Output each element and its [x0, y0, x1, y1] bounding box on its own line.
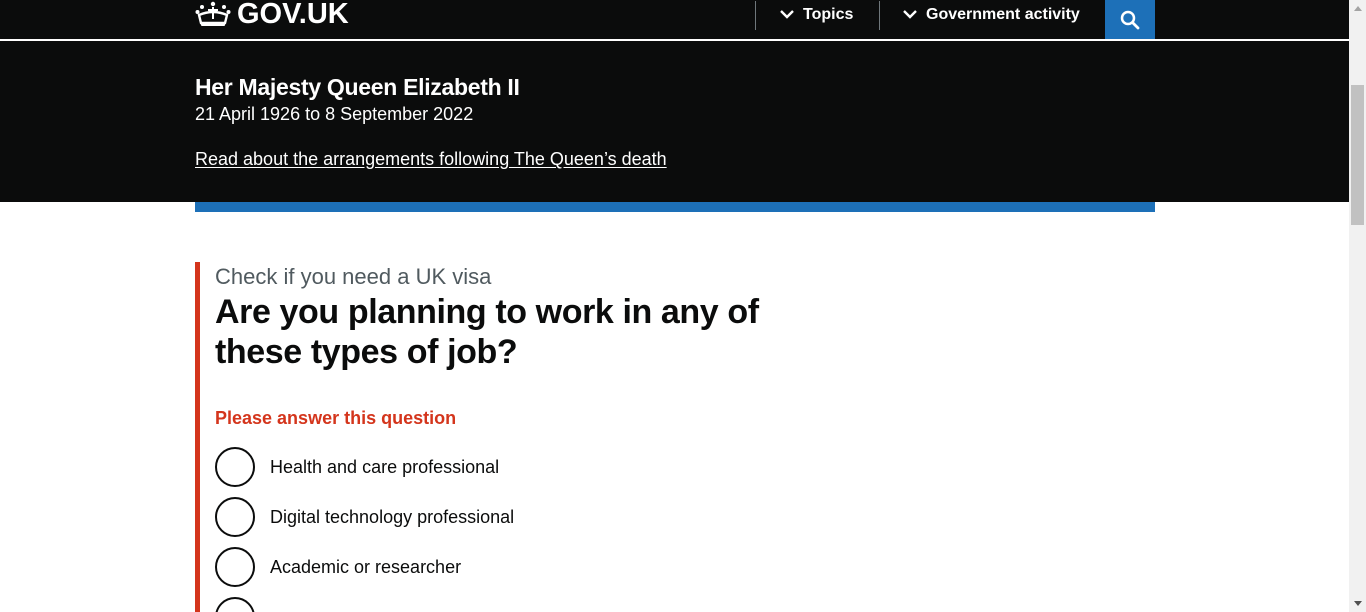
crown-icon	[195, 1, 231, 26]
error-message: Please answer this question	[215, 408, 457, 428]
radio-button[interactable]	[215, 597, 255, 612]
scroll-down-icon[interactable]	[1349, 595, 1366, 612]
nav-divider	[755, 1, 756, 30]
vertical-scrollbar[interactable]	[1349, 0, 1366, 612]
radio-button[interactable]	[215, 547, 255, 587]
govuk-logo-link[interactable]: GOV.UK	[195, 0, 349, 34]
site-header: GOV.UK Topics Government activity	[0, 0, 1349, 40]
nav-divider	[879, 1, 880, 30]
search-icon	[1120, 10, 1140, 29]
radio-option-digital[interactable]: Digital technology professional	[215, 497, 514, 537]
header-blue-bar	[195, 202, 1155, 212]
nav-topics-label: Topics	[803, 6, 854, 23]
nav-government-activity[interactable]: Government activity	[903, 0, 1080, 30]
banner-dates: 21 April 1926 to 8 September 2022	[195, 104, 474, 124]
banner-link[interactable]: Read about the arrangements following Th…	[195, 149, 667, 170]
scroll-up-icon[interactable]	[1349, 0, 1366, 17]
chevron-down-icon	[903, 6, 917, 24]
chevron-down-icon	[780, 6, 794, 24]
page-caption: Check if you need a UK visa	[215, 264, 492, 289]
nav-topics[interactable]: Topics	[780, 0, 853, 30]
banner-title: Her Majesty Queen Elizabeth II	[195, 74, 520, 100]
radio-option-partial[interactable]	[215, 597, 255, 612]
radio-label[interactable]: Academic or researcher	[270, 557, 461, 578]
error-border	[195, 262, 200, 612]
nav-government-activity-label: Government activity	[926, 6, 1080, 23]
search-button[interactable]	[1105, 0, 1155, 39]
radio-option-academic[interactable]: Academic or researcher	[215, 547, 461, 587]
memorial-banner: Her Majesty Queen Elizabeth II 21 April …	[0, 41, 1349, 202]
page: GOV.UK Topics Government activity Her Ma…	[0, 0, 1349, 612]
question-heading: Are you planning to work in any of these…	[215, 293, 759, 371]
radio-button[interactable]	[215, 447, 255, 487]
scrollbar-thumb[interactable]	[1351, 85, 1364, 225]
logo-text: GOV.UK	[237, 0, 349, 30]
radio-label[interactable]: Digital technology professional	[270, 507, 514, 528]
radio-button[interactable]	[215, 497, 255, 537]
radio-option-health[interactable]: Health and care professional	[215, 447, 499, 487]
radio-label[interactable]: Health and care professional	[270, 457, 499, 478]
